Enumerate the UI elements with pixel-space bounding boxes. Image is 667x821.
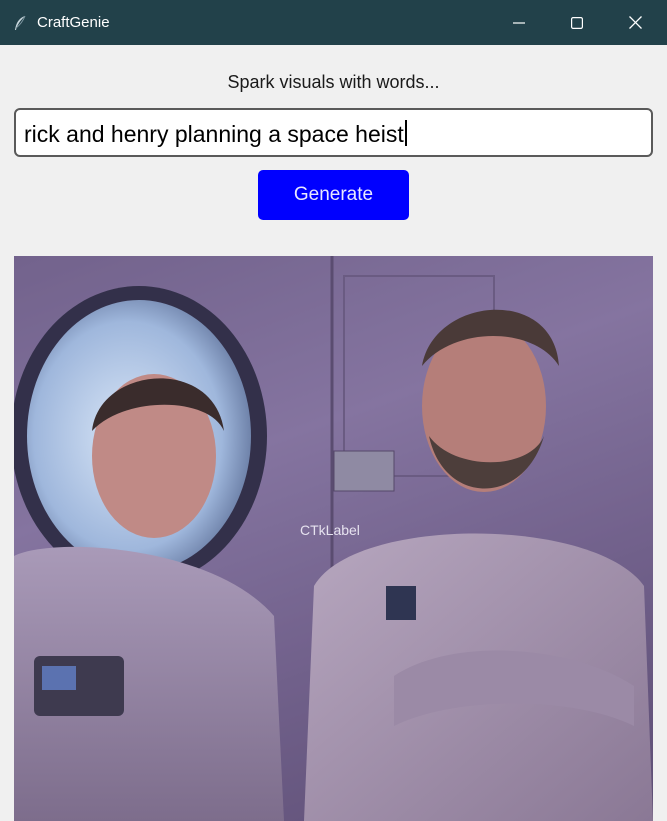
close-icon xyxy=(628,16,642,29)
prompt-input[interactable]: rick and henry planning a space heist xyxy=(14,108,653,157)
prompt-label: Spark visuals with words... xyxy=(227,72,440,92)
image-overlay-label: CTkLabel xyxy=(300,522,360,538)
feather-icon xyxy=(13,15,27,31)
close-button[interactable] xyxy=(606,0,664,45)
app-window: CraftGenie Spark visuals with words... r… xyxy=(0,0,667,821)
text-caret xyxy=(404,120,407,146)
generated-image-art xyxy=(14,256,653,821)
window-title: CraftGenie xyxy=(37,14,110,31)
generate-button[interactable]: Generate xyxy=(258,170,409,220)
generated-image: CTkLabel xyxy=(14,256,653,821)
prompt-input-value: rick and henry planning a space heist xyxy=(24,120,407,148)
minimize-icon xyxy=(513,17,525,29)
minimize-button[interactable] xyxy=(490,0,548,45)
title-bar[interactable]: CraftGenie xyxy=(0,0,667,45)
maximize-icon xyxy=(571,16,583,29)
maximize-button[interactable] xyxy=(548,0,606,45)
